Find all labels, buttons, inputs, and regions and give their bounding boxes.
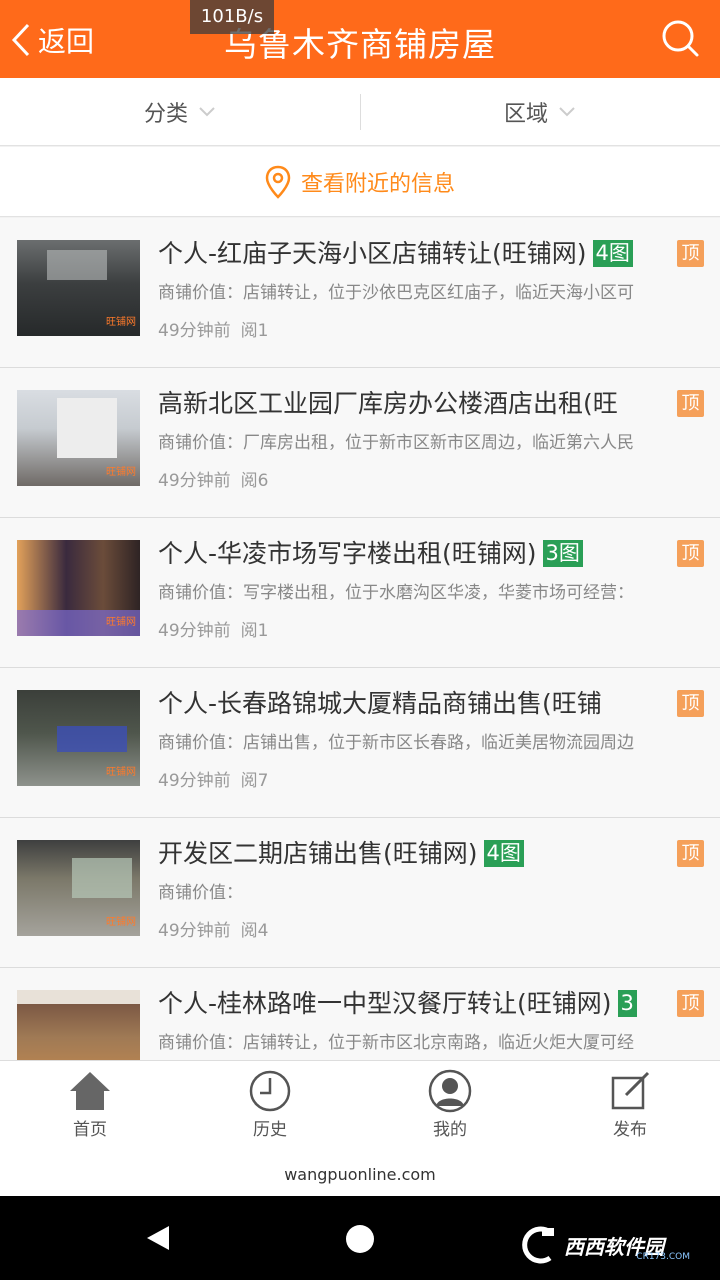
listing-time: 49分钟前 [158,621,231,641]
listing-time: 49分钟前 [158,771,231,791]
nav-home-icon[interactable] [345,1224,375,1254]
tab-publish[interactable]: 发布 [540,1061,720,1147]
listing-description: 商铺价值：店铺转让，位于沙依巴克区红庙子，临近天海小区可 [158,283,634,303]
bottom-tab-bar: 首页 历史 我的 发布 [0,1060,720,1146]
tab-history-label: 历史 [253,1120,287,1140]
chevron-down-icon [559,107,575,117]
filter-region-label: 区域 [503,102,548,127]
thumbnail-watermark: 旺铺网 [106,317,136,328]
listing-meta: 49分钟前 阅6 [158,466,268,491]
list-item[interactable]: 旺铺网 个人-红庙子天海小区店铺转让(旺铺网) 4图 顶 商铺价值：店铺转让，位于… [0,218,720,368]
thumbnail-watermark: 旺铺网 [106,767,136,778]
top-badge: 顶 [677,990,704,1017]
nearby-label: 查看附近的信息 [300,171,455,197]
tab-mine[interactable]: 我的 [360,1061,540,1147]
listing-title: 开发区二期店铺出售(旺铺网) 4图 [158,834,673,870]
thumbnail-watermark: 旺铺网 [106,917,136,928]
tab-publish-label: 发布 [613,1120,647,1140]
listing-meta: 49分钟前 阅1 [158,316,268,341]
listing-description: 商铺价值： [158,883,243,903]
listing-thumbnail [17,990,140,1060]
list-item[interactable]: 个人-桂林路唯一中型汉餐厅转让(旺铺网) 3 顶 商铺价值：店铺转让，位于新市区北… [0,968,720,1060]
listing-thumbnail: 旺铺网 [17,540,140,636]
top-badge: 顶 [677,840,704,867]
listing-time: 49分钟前 [158,921,231,941]
listing-time: 49分钟前 [158,321,231,341]
filter-bar: 分类 区域 [0,78,720,146]
listing-meta: 49分钟前 阅1 [158,616,268,641]
filter-category-label: 分类 [143,102,188,127]
listing-time: 49分钟前 [158,471,231,491]
listing-description: 商铺价值：店铺出售，位于新市区长春路，临近美居物流园周边 [158,733,634,753]
chevron-down-icon [199,107,215,117]
nav-back-icon[interactable] [145,1224,171,1252]
top-badge: 顶 [677,540,704,567]
listing-description: 商铺价值：店铺转让，位于新市区北京南路，临近火炬大厦可经 [158,1033,634,1053]
listing-views: 阅6 [240,471,269,491]
listing-meta: 49分钟前 阅7 [158,766,268,791]
system-nav-bar: 西西软件园 CR173.COM [0,1196,720,1280]
listing-views: 阅1 [240,621,269,641]
filter-category[interactable]: 分类 [0,78,360,146]
listing-description: 商铺价值：厂库房出租，位于新市区新市区周边，临近第六人民 [158,433,634,453]
image-count-badge: 3 [617,990,637,1017]
app-screen: 返回 乌鲁木齐商铺房屋 101B/s 分类 区域 查看附近的信息 旺铺网 个人-… [0,0,720,1280]
listing-description: 商铺价值：写字楼出租，位于水磨沟区华凌，华菱市场可经营： [158,583,634,603]
top-app-bar: 返回 乌鲁木齐商铺房屋 [0,0,720,78]
top-badge: 顶 [677,690,704,717]
tab-mine-label: 我的 [433,1120,467,1140]
listing-list: 旺铺网 个人-红庙子天海小区店铺转让(旺铺网) 4图 顶 商铺价值：店铺转让，位于… [0,218,720,1060]
page-title: 乌鲁木齐商铺房屋 [224,25,496,64]
edit-icon [611,1071,650,1110]
listing-title: 个人-长春路锦城大厦精品商铺出售(旺铺 [158,689,602,718]
user-icon [428,1069,472,1113]
tab-home[interactable]: 首页 [0,1061,180,1147]
listing-meta: 49分钟前 阅4 [158,916,268,941]
location-pin-icon [265,165,291,199]
filter-region[interactable]: 区域 [360,78,720,146]
network-speed-indicator: 101B/s [190,0,274,34]
image-count-badge: 4图 [592,240,633,267]
tab-home-label: 首页 [73,1120,107,1140]
listing-views: 阅1 [240,321,269,341]
listing-views: 阅4 [240,921,269,941]
watermark-sub: CR173.COM [636,1252,690,1262]
top-badge: 顶 [677,240,704,267]
image-count-badge: 4图 [483,840,524,867]
home-icon [70,1072,110,1110]
nearby-info-button[interactable]: 查看附近的信息 [0,147,720,217]
site-footer: wangpuonline.com [0,1146,720,1196]
listing-thumbnail: 旺铺网 [17,390,140,486]
thumbnail-watermark: 旺铺网 [106,467,136,478]
listing-views: 阅7 [240,771,269,791]
clock-icon [249,1070,291,1112]
list-item[interactable]: 旺铺网 个人-长春路锦城大厦精品商铺出售(旺铺 顶 商铺价值：店铺出售，位于新市… [0,668,720,818]
listing-thumbnail: 旺铺网 [17,840,140,936]
thumbnail-watermark: 旺铺网 [106,617,136,628]
search-button[interactable] [660,18,700,58]
tab-history[interactable]: 历史 [180,1061,360,1147]
image-count-badge: 3图 [542,540,583,567]
site-watermark: 西西软件园 CR173.COM [520,1226,700,1264]
watermark-logo-icon [522,1226,554,1264]
listing-thumbnail: 旺铺网 [17,690,140,786]
listing-title: 个人-桂林路唯一中型汉餐厅转让(旺铺网) 3 [158,984,673,1020]
list-item[interactable]: 旺铺网 高新北区工业园厂库房办公楼酒店出租(旺 顶 商铺价值：厂库房出租，位于新… [0,368,720,518]
top-badge: 顶 [677,390,704,417]
search-icon [662,20,699,57]
list-item[interactable]: 旺铺网 开发区二期店铺出售(旺铺网) 4图 顶 商铺价值： 49分钟前 阅4 [0,818,720,968]
listing-title: 高新北区工业园厂库房办公楼酒店出租(旺 [158,389,618,418]
listing-title: 个人-红庙子天海小区店铺转让(旺铺网) 4图 [158,234,673,270]
list-item[interactable]: 旺铺网 个人-华凌市场写字楼出租(旺铺网) 3图 顶 商铺价值：写字楼出租，位于水… [0,518,720,668]
listing-title: 个人-华凌市场写字楼出租(旺铺网) 3图 [158,534,673,570]
listing-thumbnail: 旺铺网 [17,240,140,336]
